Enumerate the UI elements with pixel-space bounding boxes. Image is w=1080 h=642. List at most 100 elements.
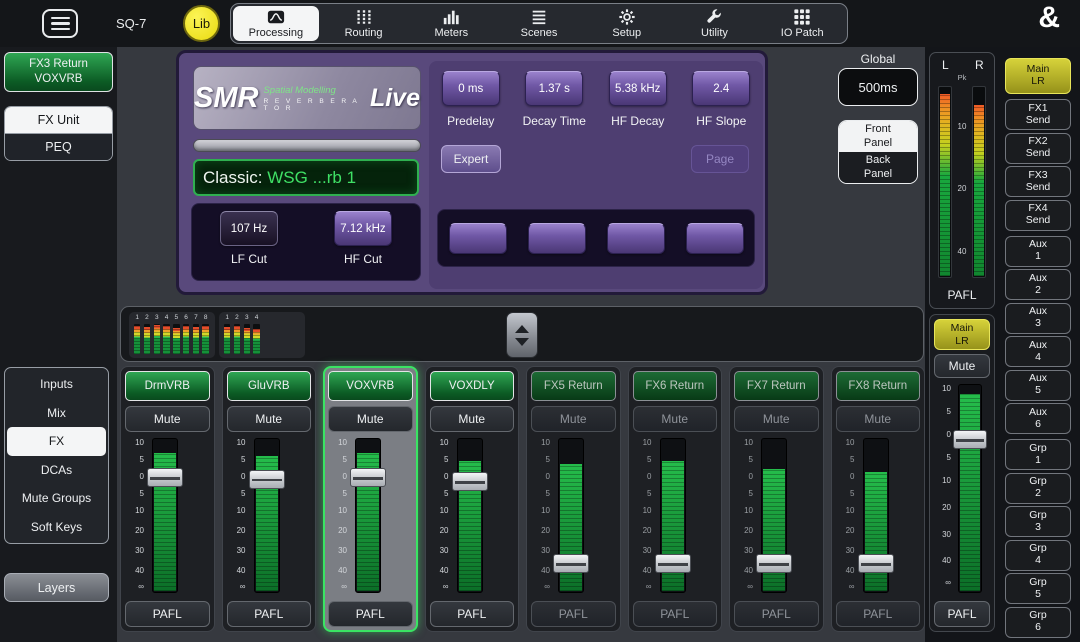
mix-select-aux-5[interactable]: Aux5: [1005, 370, 1071, 401]
fader-track[interactable]: [254, 438, 280, 593]
page-button[interactable]: Page: [691, 145, 749, 173]
fx-param-button[interactable]: 0 ms: [442, 71, 500, 106]
mute-button[interactable]: Mute: [734, 406, 819, 432]
back-panel-button[interactable]: Back Panel: [839, 152, 917, 183]
pafl-button[interactable]: PAFL: [633, 601, 718, 627]
layers-button[interactable]: Layers: [4, 573, 109, 602]
sidebar-item-mute-groups[interactable]: Mute Groups: [7, 484, 106, 513]
tab-utility[interactable]: Utility: [672, 6, 758, 41]
mix-select-grp-6[interactable]: Grp6: [1005, 607, 1071, 638]
channel-name-button[interactable]: VOXDLY: [430, 371, 515, 401]
mix-select-grp-3[interactable]: Grp3: [1005, 506, 1071, 537]
fader-track[interactable]: [355, 438, 381, 593]
sidebar-item-mix[interactable]: Mix: [7, 399, 106, 428]
menu-button[interactable]: [42, 9, 78, 38]
pafl-button[interactable]: PAFL: [531, 601, 616, 627]
tab-processing[interactable]: Processing: [233, 6, 319, 41]
fader-track[interactable]: [457, 438, 483, 593]
mix-select-grp-5[interactable]: Grp5: [1005, 573, 1071, 604]
mix-select-aux-2[interactable]: Aux2: [1005, 269, 1071, 300]
fx-param-button[interactable]: 2.4: [692, 71, 750, 106]
channel-name-button[interactable]: FX7 Return: [734, 371, 819, 401]
mute-button[interactable]: Mute: [430, 406, 515, 432]
expert-button[interactable]: Expert: [441, 145, 501, 173]
fader-track[interactable]: [863, 438, 889, 593]
channel-name-button[interactable]: FX5 Return: [531, 371, 616, 401]
channel-strip[interactable]: FX8 ReturnMute1050510203040∞PAFL: [831, 366, 926, 632]
channel-strip[interactable]: FX7 ReturnMute1050510203040∞PAFL: [729, 366, 824, 632]
fx-soft-button-2[interactable]: [528, 223, 586, 254]
pafl-button[interactable]: PAFL: [836, 601, 921, 627]
mix-select-fx1-send[interactable]: FX1Send: [1005, 99, 1071, 130]
tab-meters[interactable]: Meters: [408, 6, 494, 41]
mix-select-fx3-send[interactable]: FX3Send: [1005, 166, 1071, 197]
sidebar-item-fx[interactable]: FX: [7, 427, 106, 456]
pafl-button[interactable]: PAFL: [227, 601, 312, 627]
channel-strip[interactable]: FX5 ReturnMute1050510203040∞PAFL: [526, 366, 621, 632]
fader-cap[interactable]: [452, 472, 488, 491]
mute-button[interactable]: Mute: [227, 406, 312, 432]
mix-select-aux-6[interactable]: Aux6: [1005, 403, 1071, 434]
fader-cap[interactable]: [249, 470, 285, 489]
mix-select-grp-1[interactable]: Grp1: [1005, 439, 1071, 470]
bank-scroll-button[interactable]: [506, 312, 538, 358]
channel-strip[interactable]: GluVRBMute1050510203040∞PAFL: [222, 366, 317, 632]
pafl-button[interactable]: PAFL: [328, 601, 413, 627]
sidebar-item-inputs[interactable]: Inputs: [7, 370, 106, 399]
mix-select-aux-4[interactable]: Aux4: [1005, 336, 1071, 367]
library-button[interactable]: Lib: [183, 5, 220, 42]
mute-button[interactable]: Mute: [836, 406, 921, 432]
fader-track[interactable]: [958, 384, 982, 593]
fader-cap[interactable]: [147, 468, 183, 487]
fader-cap[interactable]: [553, 554, 589, 573]
hf-cut-button[interactable]: 7.12 kHz: [334, 211, 392, 246]
pafl-button[interactable]: PAFL: [125, 601, 210, 627]
channel-name-button[interactable]: FX8 Return: [836, 371, 921, 401]
pafl-button[interactable]: PAFL: [734, 601, 819, 627]
channel-name-button[interactable]: DrmVRB: [125, 371, 210, 401]
fx-soft-button-4[interactable]: [686, 223, 744, 254]
tab-io-patch[interactable]: IO Patch: [759, 6, 845, 41]
fader-cap[interactable]: [858, 554, 894, 573]
mix-select-aux-3[interactable]: Aux3: [1005, 303, 1071, 334]
mute-button[interactable]: Mute: [531, 406, 616, 432]
channel-name-button[interactable]: FX6 Return: [633, 371, 718, 401]
mix-select-main-lr[interactable]: MainLR: [1005, 58, 1071, 94]
fader-cap[interactable]: [953, 430, 987, 449]
global-time-button[interactable]: 500ms: [838, 68, 918, 106]
fx-return-select-button[interactable]: FX3 Return VOXVRB: [4, 52, 113, 92]
fx-level-slider[interactable]: [193, 139, 421, 152]
fx-param-button[interactable]: 5.38 kHz: [609, 71, 667, 106]
front-panel-button[interactable]: Front Panel: [839, 121, 917, 152]
fx-soft-button-3[interactable]: [607, 223, 665, 254]
channel-strip[interactable]: FX6 ReturnMute1050510203040∞PAFL: [628, 366, 723, 632]
fader-cap[interactable]: [350, 468, 386, 487]
fader-cap[interactable]: [756, 554, 792, 573]
fader-cap[interactable]: [655, 554, 691, 573]
mute-button[interactable]: Mute: [125, 406, 210, 432]
mix-select-grp-4[interactable]: Grp4: [1005, 540, 1071, 571]
mix-select-fx4-send[interactable]: FX4Send: [1005, 200, 1071, 231]
fx-soft-button-1[interactable]: [449, 223, 507, 254]
fader-track[interactable]: [152, 438, 178, 593]
main-pafl-button[interactable]: PAFL: [934, 601, 990, 627]
fader-track[interactable]: [660, 438, 686, 593]
lf-cut-button[interactable]: 107 Hz: [220, 211, 278, 246]
mix-select-fx2-send[interactable]: FX2Send: [1005, 133, 1071, 164]
fx-preset-display[interactable]: Classic: WSG ...rb 1: [193, 159, 419, 196]
channel-strip[interactable]: VOXDLYMute1050510203040∞PAFL: [425, 366, 520, 632]
mix-select-grp-2[interactable]: Grp2: [1005, 473, 1071, 504]
tab-peq[interactable]: PEQ: [5, 133, 112, 160]
fader-track[interactable]: [761, 438, 787, 593]
channel-strip[interactable]: DrmVRBMute1050510203040∞PAFL: [120, 366, 215, 632]
pafl-button[interactable]: PAFL: [430, 601, 515, 627]
channel-name-button[interactable]: GluVRB: [227, 371, 312, 401]
main-lr-select-button[interactable]: Main LR: [934, 319, 990, 350]
fader-track[interactable]: [558, 438, 584, 593]
tab-setup[interactable]: Setup: [584, 6, 670, 41]
tab-fx-unit[interactable]: FX Unit: [5, 107, 112, 133]
mute-button[interactable]: Mute: [328, 406, 413, 432]
tab-scenes[interactable]: Scenes: [496, 6, 582, 41]
sidebar-item-dcas[interactable]: DCAs: [7, 456, 106, 485]
tab-routing[interactable]: Routing: [321, 6, 407, 41]
